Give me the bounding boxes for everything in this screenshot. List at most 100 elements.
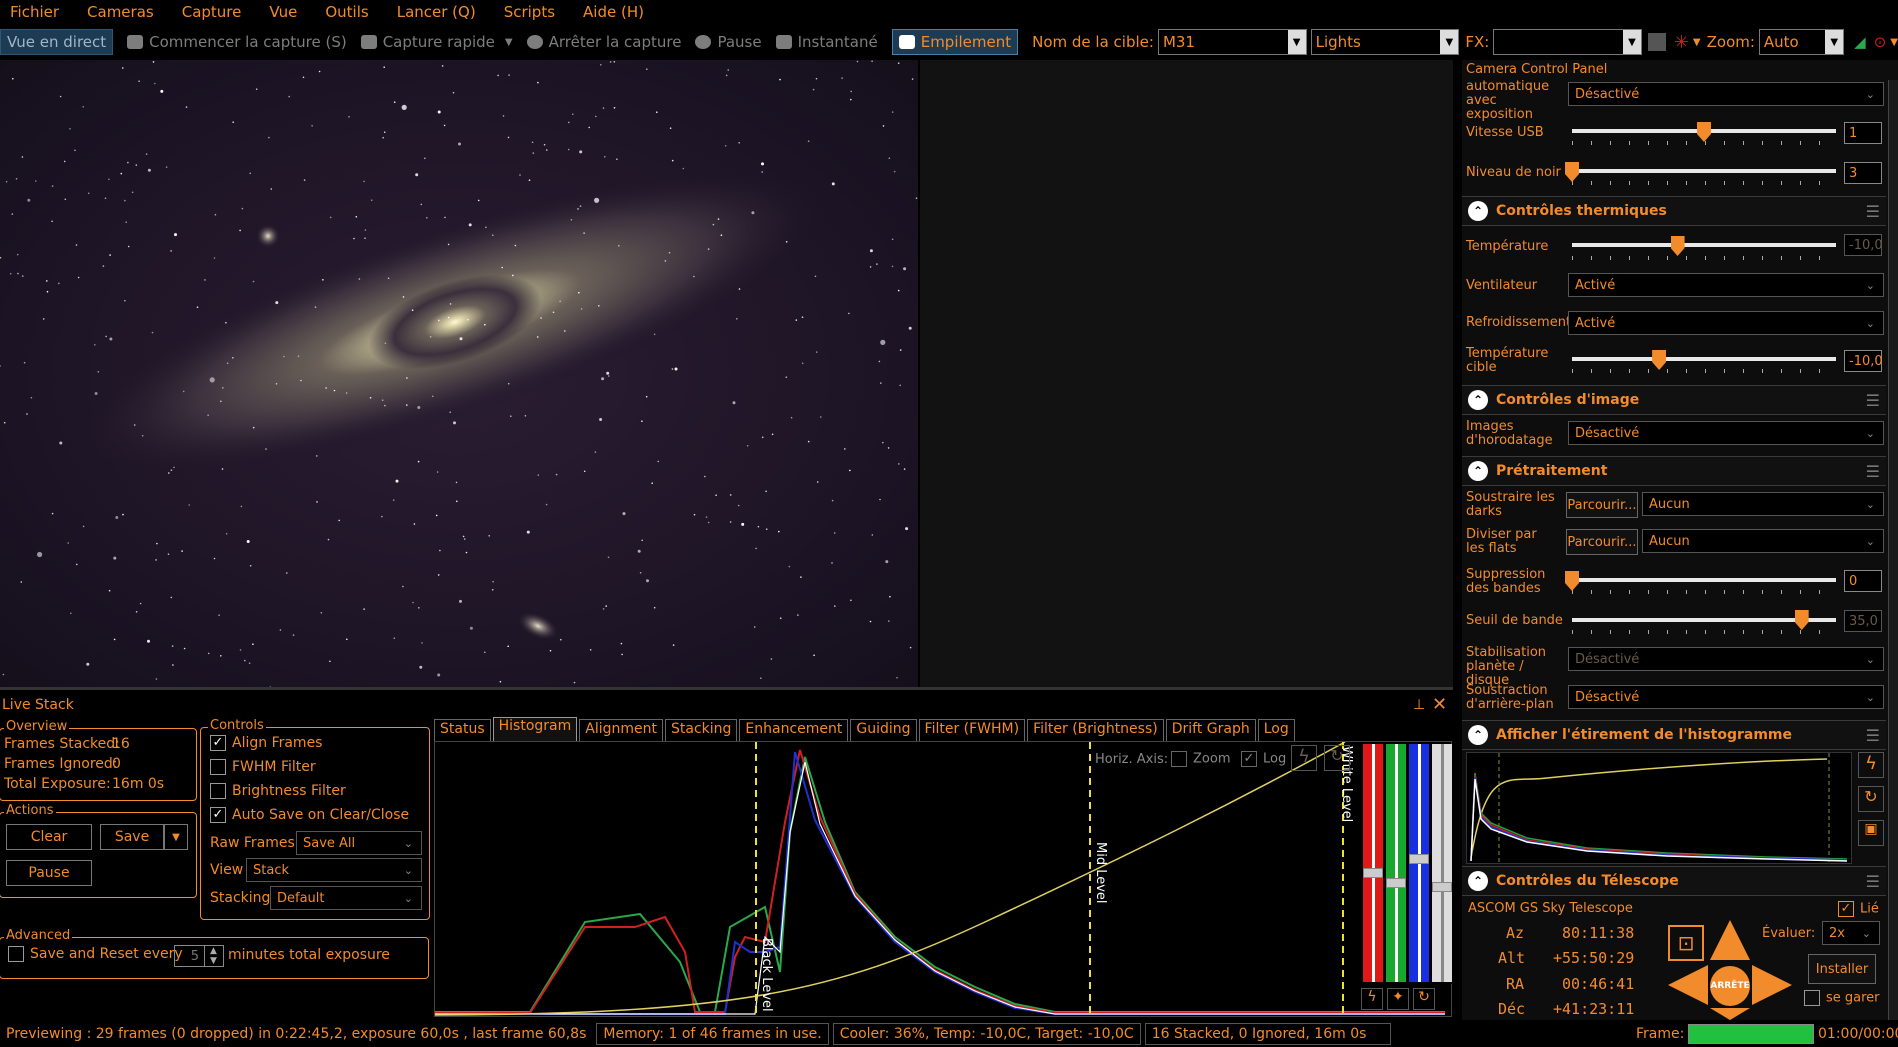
stabilization-select[interactable]: Désactivé ⌄ xyxy=(1568,647,1884,671)
chevron-up-icon[interactable]: ⌃ xyxy=(1468,461,1488,481)
telescope-header[interactable]: ⌃ Contrôles du Télescope ☰ xyxy=(1462,866,1886,896)
tab-enhancement[interactable]: Enhancement xyxy=(739,719,849,741)
chevron-up-icon[interactable]: ⌃ xyxy=(1468,390,1488,410)
menu-icon[interactable]: ☰ xyxy=(1866,872,1880,891)
menu-help[interactable]: Aide (H) xyxy=(583,3,644,21)
quick-capture-button[interactable]: Capture rapide ▼ xyxy=(360,33,513,51)
green-slider-thumb[interactable] xyxy=(1386,878,1406,888)
red-slider-thumb[interactable] xyxy=(1363,868,1383,878)
reset-icon[interactable]: ↻ xyxy=(1413,988,1435,1010)
chevron-down-icon[interactable]: ▼ xyxy=(1440,30,1459,54)
zoom-combo[interactable]: Auto ▼ xyxy=(1758,29,1845,55)
usb-speed-value[interactable]: 1 xyxy=(1844,122,1882,144)
darks-browse-button[interactable]: Parcourir... xyxy=(1566,492,1638,518)
align-frames-checkbox[interactable]: ✓ Align Frames xyxy=(210,735,322,751)
save-button[interactable]: Save xyxy=(100,824,164,850)
menu-icon[interactable]: ☰ xyxy=(1866,391,1880,410)
stacking-select[interactable]: Default ⌄ xyxy=(270,886,422,910)
zoom-checkbox[interactable]: Zoom xyxy=(1171,751,1230,767)
thermal-controls-header[interactable]: ⌃ Contrôles thermiques ☰ xyxy=(1462,196,1886,226)
menu-tools[interactable]: Outils xyxy=(325,3,368,21)
black-level-slider[interactable] xyxy=(1572,169,1836,173)
blue-slider-thumb[interactable] xyxy=(1409,854,1429,864)
east-arrow-icon[interactable] xyxy=(1752,965,1792,1005)
flats-browse-button[interactable]: Parcourir... xyxy=(1566,529,1638,555)
tab-log[interactable]: Log xyxy=(1257,719,1295,741)
fwhm-filter-checkbox[interactable]: FWHM Filter xyxy=(210,759,316,775)
flats-select[interactable]: Aucun ⌄ xyxy=(1642,529,1884,553)
close-icon[interactable]: ✕ xyxy=(1432,694,1447,715)
start-capture-button[interactable]: Commencer la capture (S) xyxy=(127,33,347,51)
tab-histogram[interactable]: Histogram xyxy=(492,717,578,741)
snapshot-button[interactable]: Instantané xyxy=(775,33,878,51)
pin-icon[interactable]: ⊥ xyxy=(1413,697,1425,713)
sparkle-icon[interactable]: ✦ xyxy=(1387,988,1409,1010)
clear-button[interactable]: Clear xyxy=(6,824,92,850)
image-controls-header[interactable]: ⌃ Contrôles d'image ☰ xyxy=(1462,385,1886,415)
banding-value[interactable]: 0 xyxy=(1844,570,1882,592)
splitter[interactable] xyxy=(0,687,1453,690)
home-icon[interactable]: ⊡ xyxy=(1668,925,1704,961)
menu-capture[interactable]: Capture xyxy=(182,3,242,21)
tab-status[interactable]: Status xyxy=(434,719,491,741)
fan-select[interactable]: Activé ⌄ xyxy=(1568,273,1884,297)
crosshair-icon[interactable]: ✳ xyxy=(1674,32,1689,53)
histogram-view[interactable]: Black Level Mid Level White Level Horiz.… xyxy=(434,741,1453,1017)
auto-stretch-icon[interactable]: ϟ xyxy=(1361,988,1383,1010)
preprocessing-header[interactable]: ⌃ Prétraitement ☰ xyxy=(1462,456,1886,486)
rate-select[interactable]: 2x ⌄ xyxy=(1822,921,1880,945)
tab-drift-graph[interactable]: Drift Graph xyxy=(1165,719,1256,741)
luminance-slider-thumb[interactable] xyxy=(1432,882,1452,892)
stop-capture-button[interactable]: Arrêter la capture xyxy=(526,33,681,51)
menu-cameras[interactable]: Cameras xyxy=(87,3,154,21)
panel-scrollbar[interactable] xyxy=(1888,80,1898,1020)
reset-icon[interactable]: ↻ xyxy=(1858,786,1884,812)
menu-icon[interactable]: ☰ xyxy=(1866,202,1880,221)
chevron-up-icon[interactable]: ⌃ xyxy=(1468,725,1488,745)
menu-view[interactable]: Vue xyxy=(269,3,297,21)
auto-save-checkbox[interactable]: ✓ Auto Save on Clear/Close xyxy=(210,807,409,823)
linked-checkbox[interactable]: ✓ Lié xyxy=(1838,901,1879,917)
menu-icon[interactable]: ☰ xyxy=(1866,462,1880,481)
black-level-value[interactable]: 3 xyxy=(1844,162,1882,184)
menu-file[interactable]: Fichier xyxy=(10,3,59,21)
chevron-down-icon[interactable]: ▼ xyxy=(1693,37,1701,48)
histogram-stretch-header[interactable]: ⌃ Afficher l'étirement de l'histogramme ☰ xyxy=(1462,720,1886,750)
lightning-icon[interactable]: ϟ xyxy=(1858,752,1884,778)
stop-slew-button[interactable]: ARRÊTE xyxy=(1710,966,1750,1006)
save-icon[interactable]: ▣ xyxy=(1858,820,1884,846)
park-checkbox[interactable]: se garer xyxy=(1804,990,1880,1006)
fx-combo[interactable]: ▼ xyxy=(1493,29,1642,55)
log-checkbox[interactable]: ✓ Log xyxy=(1241,751,1286,767)
pause-button[interactable]: Pause xyxy=(695,33,762,51)
banding-slider[interactable] xyxy=(1572,578,1836,582)
timestamp-select[interactable]: Désactivé ⌄ xyxy=(1568,421,1884,445)
save-dropdown-icon[interactable]: ▼ xyxy=(164,824,188,850)
darks-select[interactable]: Aucun ⌄ xyxy=(1642,492,1884,516)
stepper-arrows-icon[interactable]: ▲ ▼ xyxy=(204,946,222,966)
chevron-down-icon[interactable]: ▼ xyxy=(1287,30,1306,54)
south-arrow-icon[interactable] xyxy=(1710,1008,1750,1020)
auto-exposure-select[interactable]: Désactivé ⌄ xyxy=(1568,82,1884,106)
histogram-stretch-view[interactable] xyxy=(1466,752,1852,865)
square-icon[interactable] xyxy=(1647,33,1666,51)
menu-run[interactable]: Lancer (Q) xyxy=(397,3,476,21)
reset-icon[interactable]: ↻ xyxy=(1324,745,1350,771)
chevron-up-icon[interactable]: ⌃ xyxy=(1468,201,1488,221)
target-temp-value[interactable]: -10,0 xyxy=(1844,350,1883,372)
chevron-down-icon[interactable]: ▼ xyxy=(1622,30,1641,54)
tab-alignment[interactable]: Alignment xyxy=(579,719,663,741)
tab-stacking[interactable]: Stacking xyxy=(664,719,738,741)
view-select[interactable]: Stack ⌄ xyxy=(246,858,422,882)
raw-frames-select[interactable]: Save All ⌄ xyxy=(296,831,422,855)
chevron-down-icon[interactable]: ▼ xyxy=(1890,37,1898,48)
install-button[interactable]: Installer xyxy=(1808,954,1876,984)
temperature-slider[interactable] xyxy=(1572,243,1836,247)
chevron-down-icon[interactable]: ▼ xyxy=(1825,30,1844,54)
live-image-view[interactable] xyxy=(0,60,918,688)
chevron-down-icon[interactable]: ▼ xyxy=(505,37,513,48)
histogram-icon[interactable]: ◢ xyxy=(1854,33,1866,51)
brightness-filter-checkbox[interactable]: Brightness Filter xyxy=(210,783,346,799)
chevron-up-icon[interactable]: ⌃ xyxy=(1468,871,1488,891)
tab-guiding[interactable]: Guiding xyxy=(850,719,917,741)
